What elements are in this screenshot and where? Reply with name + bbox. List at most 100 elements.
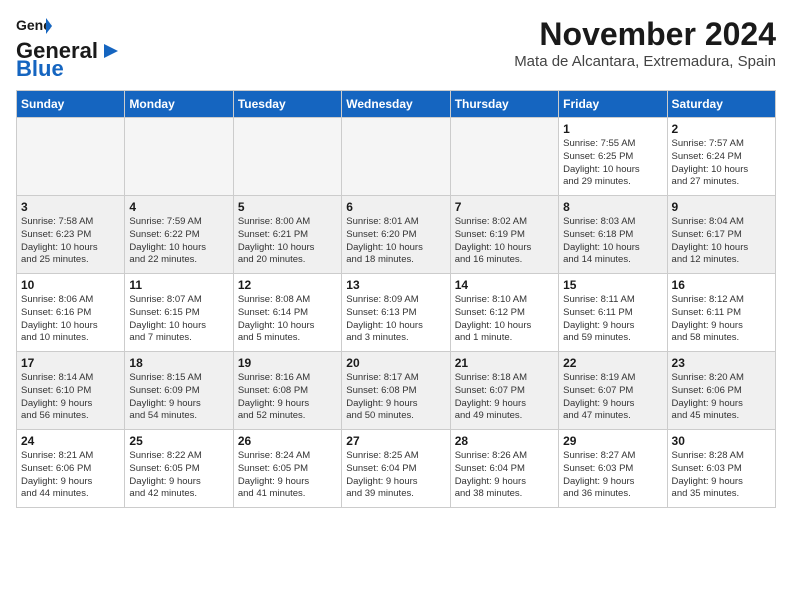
day-info: Sunrise: 8:21 AMSunset: 6:06 PMDaylight:…	[21, 450, 120, 501]
calendar-cell: 15Sunrise: 8:11 AMSunset: 6:11 PMDayligh…	[559, 274, 667, 352]
month-title: November 2024	[514, 16, 776, 53]
day-number: 23	[672, 356, 771, 370]
logo-blue: Blue	[16, 56, 64, 82]
day-info: Sunrise: 8:17 AMSunset: 6:08 PMDaylight:…	[346, 372, 445, 423]
calendar-cell	[17, 118, 125, 196]
day-header-tuesday: Tuesday	[233, 91, 341, 118]
calendar-cell: 10 Sunrise: 8:06 AMSunset: 6:16 PMDayligh…	[17, 274, 125, 352]
day-info: Sunrise: 8:20 AMSunset: 6:06 PMDaylight:…	[672, 372, 771, 423]
day-number: 4	[129, 200, 228, 214]
day-info: Sunrise: 8:19 AMSunset: 6:07 PMDaylight:…	[563, 372, 662, 423]
day-info: Sunrise: 8:25 AMSunset: 6:04 PMDaylight:…	[346, 450, 445, 501]
day-header-saturday: Saturday	[667, 91, 775, 118]
calendar-cell: 14 Sunrise: 8:10 AMSunset: 6:12 PMDayligh…	[450, 274, 558, 352]
calendar-cell	[342, 118, 450, 196]
calendar-cell: 16Sunrise: 8:12 AMSunset: 6:11 PMDayligh…	[667, 274, 775, 352]
day-number: 3	[21, 200, 120, 214]
day-info: Sunrise: 8:28 AMSunset: 6:03 PMDaylight:…	[672, 450, 771, 501]
calendar-cell: 30 Sunrise: 8:28 AMSunset: 6:03 PMDayligh…	[667, 430, 775, 508]
day-info: Sunrise: 7:57 AMSunset: 6:24 PMDaylight:…	[672, 138, 771, 189]
day-info: Sunrise: 8:07 AMSunset: 6:15 PMDaylight:…	[129, 294, 228, 345]
logo: General General Blue	[16, 16, 122, 82]
calendar-cell: 4 Sunrise: 7:59 AMSunset: 6:22 PMDaylight…	[125, 196, 233, 274]
day-info: Sunrise: 8:15 AMSunset: 6:09 PMDaylight:…	[129, 372, 228, 423]
day-info: Sunrise: 8:03 AMSunset: 6:18 PMDaylight:…	[563, 216, 662, 267]
calendar-cell: 21Sunrise: 8:18 AMSunset: 6:07 PMDayligh…	[450, 352, 558, 430]
day-number: 6	[346, 200, 445, 214]
page-header: General General Blue November 2024 Mata …	[16, 16, 776, 82]
calendar-cell: 7Sunrise: 8:02 AMSunset: 6:19 PMDaylight…	[450, 196, 558, 274]
day-header-wednesday: Wednesday	[342, 91, 450, 118]
day-number: 7	[455, 200, 554, 214]
calendar-cell: 27 Sunrise: 8:25 AMSunset: 6:04 PMDayligh…	[342, 430, 450, 508]
day-number: 27	[346, 434, 445, 448]
calendar-cell: 25 Sunrise: 8:22 AMSunset: 6:05 PMDayligh…	[125, 430, 233, 508]
day-number: 2	[672, 122, 771, 136]
calendar-cell: 1Sunrise: 7:55 AMSunset: 6:25 PMDaylight…	[559, 118, 667, 196]
title-area: November 2024 Mata de Alcantara, Extrema…	[514, 16, 776, 70]
calendar-week-2: 3 Sunrise: 7:58 AMSunset: 6:23 PMDaylight…	[17, 196, 776, 274]
day-info: Sunrise: 8:10 AMSunset: 6:12 PMDaylight:…	[455, 294, 554, 345]
calendar-cell	[125, 118, 233, 196]
day-number: 10	[21, 278, 120, 292]
calendar-table: SundayMondayTuesdayWednesdayThursdayFrid…	[16, 90, 776, 508]
calendar-cell: 13 Sunrise: 8:09 AMSunset: 6:13 PMDayligh…	[342, 274, 450, 352]
day-info: Sunrise: 8:04 AMSunset: 6:17 PMDaylight:…	[672, 216, 771, 267]
day-info: Sunrise: 8:01 AMSunset: 6:20 PMDaylight:…	[346, 216, 445, 267]
day-number: 17	[21, 356, 120, 370]
day-number: 26	[238, 434, 337, 448]
calendar-week-5: 24Sunrise: 8:21 AMSunset: 6:06 PMDayligh…	[17, 430, 776, 508]
calendar-cell: 12Sunrise: 8:08 AMSunset: 6:14 PMDayligh…	[233, 274, 341, 352]
location-subtitle: Mata de Alcantara, Extremadura, Spain	[514, 53, 776, 70]
calendar-cell: 24Sunrise: 8:21 AMSunset: 6:06 PMDayligh…	[17, 430, 125, 508]
day-number: 25	[129, 434, 228, 448]
calendar-cell: 23 Sunrise: 8:20 AMSunset: 6:06 PMDayligh…	[667, 352, 775, 430]
day-number: 28	[455, 434, 554, 448]
day-info: Sunrise: 8:00 AMSunset: 6:21 PMDaylight:…	[238, 216, 337, 267]
day-header-sunday: Sunday	[17, 91, 125, 118]
day-info: Sunrise: 8:11 AMSunset: 6:11 PMDaylight:…	[563, 294, 662, 345]
day-number: 18	[129, 356, 228, 370]
day-info: Sunrise: 8:14 AMSunset: 6:10 PMDaylight:…	[21, 372, 120, 423]
day-number: 29	[563, 434, 662, 448]
calendar-cell: 19 Sunrise: 8:16 AMSunset: 6:08 PMDayligh…	[233, 352, 341, 430]
calendar-week-4: 17 Sunrise: 8:14 AMSunset: 6:10 PMDayligh…	[17, 352, 776, 430]
day-info: Sunrise: 8:09 AMSunset: 6:13 PMDaylight:…	[346, 294, 445, 345]
day-number: 30	[672, 434, 771, 448]
calendar-cell	[450, 118, 558, 196]
day-info: Sunrise: 8:27 AMSunset: 6:03 PMDaylight:…	[563, 450, 662, 501]
day-number: 14	[455, 278, 554, 292]
day-number: 20	[346, 356, 445, 370]
day-info: Sunrise: 8:18 AMSunset: 6:07 PMDaylight:…	[455, 372, 554, 423]
day-number: 12	[238, 278, 337, 292]
day-info: Sunrise: 7:58 AMSunset: 6:23 PMDaylight:…	[21, 216, 120, 267]
day-number: 19	[238, 356, 337, 370]
day-number: 13	[346, 278, 445, 292]
calendar-header-row: SundayMondayTuesdayWednesdayThursdayFrid…	[17, 91, 776, 118]
calendar-cell: 17 Sunrise: 8:14 AMSunset: 6:10 PMDayligh…	[17, 352, 125, 430]
calendar-cell: 18 Sunrise: 8:15 AMSunset: 6:09 PMDayligh…	[125, 352, 233, 430]
day-info: Sunrise: 8:06 AMSunset: 6:16 PMDaylight:…	[21, 294, 120, 345]
calendar-cell: 8 Sunrise: 8:03 AMSunset: 6:18 PMDaylight…	[559, 196, 667, 274]
calendar-cell: 22Sunrise: 8:19 AMSunset: 6:07 PMDayligh…	[559, 352, 667, 430]
calendar-cell: 9Sunrise: 8:04 AMSunset: 6:17 PMDaylight…	[667, 196, 775, 274]
calendar-cell: 20 Sunrise: 8:17 AMSunset: 6:08 PMDayligh…	[342, 352, 450, 430]
day-number: 11	[129, 278, 228, 292]
day-info: Sunrise: 7:59 AMSunset: 6:22 PMDaylight:…	[129, 216, 228, 267]
calendar-cell: 26Sunrise: 8:24 AMSunset: 6:05 PMDayligh…	[233, 430, 341, 508]
calendar-cell	[233, 118, 341, 196]
day-number: 8	[563, 200, 662, 214]
logo-arrow-icon	[100, 40, 122, 62]
calendar-cell: 5 Sunrise: 8:00 AMSunset: 6:21 PMDaylight…	[233, 196, 341, 274]
day-info: Sunrise: 8:12 AMSunset: 6:11 PMDaylight:…	[672, 294, 771, 345]
day-number: 5	[238, 200, 337, 214]
calendar-cell: 6 Sunrise: 8:01 AMSunset: 6:20 PMDaylight…	[342, 196, 450, 274]
calendar-week-3: 10 Sunrise: 8:06 AMSunset: 6:16 PMDayligh…	[17, 274, 776, 352]
calendar-cell: 28 Sunrise: 8:26 AMSunset: 6:04 PMDayligh…	[450, 430, 558, 508]
day-info: Sunrise: 8:26 AMSunset: 6:04 PMDaylight:…	[455, 450, 554, 501]
day-info: Sunrise: 7:55 AMSunset: 6:25 PMDaylight:…	[563, 138, 662, 189]
day-info: Sunrise: 8:22 AMSunset: 6:05 PMDaylight:…	[129, 450, 228, 501]
day-info: Sunrise: 8:16 AMSunset: 6:08 PMDaylight:…	[238, 372, 337, 423]
calendar-cell: 11 Sunrise: 8:07 AMSunset: 6:15 PMDayligh…	[125, 274, 233, 352]
calendar-cell: 2 Sunrise: 7:57 AMSunset: 6:24 PMDaylight…	[667, 118, 775, 196]
